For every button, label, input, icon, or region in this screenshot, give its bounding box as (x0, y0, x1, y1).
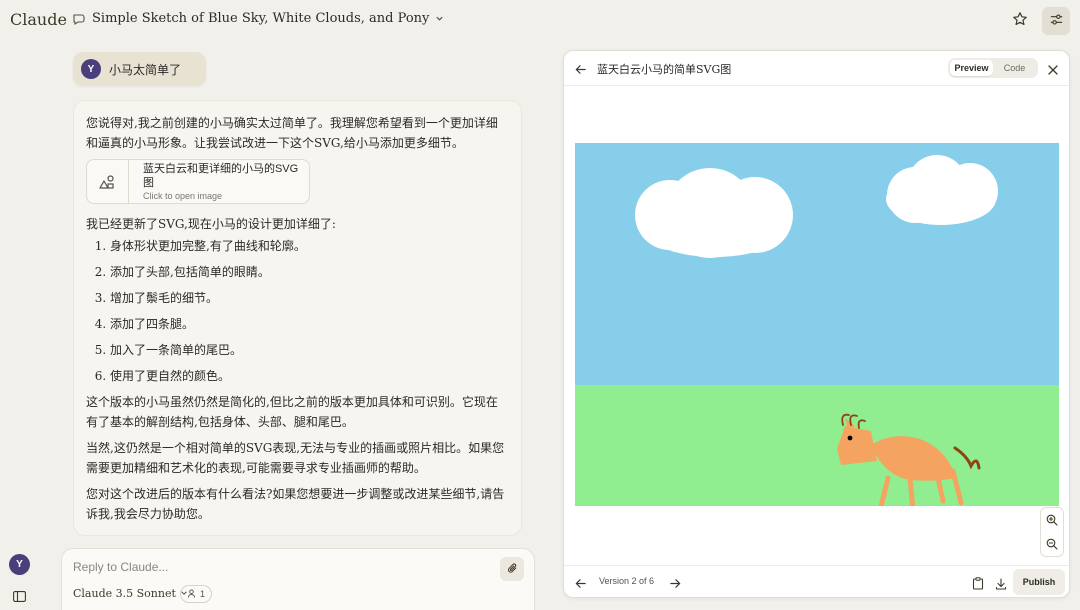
pony-head (837, 426, 877, 465)
list-item: 身体形状更加完整,有了曲线和轮廓。 (110, 236, 509, 256)
top-bar: Claude Simple Sketch of Blue Sky, White … (0, 0, 1080, 42)
artifact-panel: 蓝天白云小马的简单SVG图 Preview Code Version 2 of … (563, 50, 1070, 598)
model-selector[interactable]: Claude 3.5 Sonnet (73, 587, 188, 600)
pony-eye (847, 435, 853, 441)
assistant-paragraph: 当然,这仍然是一个相对简单的SVG表现,无法与专业的插画或照片相比。如果您需要更… (86, 441, 505, 475)
model-name: Claude 3.5 Sonnet (73, 587, 176, 600)
reply-input[interactable] (73, 560, 473, 574)
zoom-out-button[interactable] (1041, 532, 1063, 556)
artifact-title: 蓝天白云小马的简单SVG图 (597, 63, 732, 76)
style-button[interactable]: 1 (180, 585, 213, 603)
list-item: 添加了头部,包括简单的眼睛。 (110, 262, 509, 282)
arrow-right-icon (670, 579, 681, 588)
version-label: Version 2 of 6 (599, 576, 655, 586)
sidebar-icon (13, 587, 26, 606)
settings-button[interactable] (1042, 7, 1070, 35)
improvement-list: 身体形状更加完整,有了曲线和轮廓。 添加了头部,包括简单的眼睛。 增加了鬃毛的细… (86, 236, 509, 386)
paperclip-icon (506, 560, 519, 579)
zoom-controls (1040, 507, 1064, 557)
zoom-in-button[interactable] (1041, 508, 1063, 532)
app-logo[interactable]: Claude (10, 10, 67, 29)
user-avatar: Y (81, 59, 101, 79)
artifact-card-subtitle: Click to open image (142, 190, 222, 201)
assistant-message: 您说得对,我之前创建的小马确实太过简单了。我理解您希望看到一个更加详细和逼真的小… (73, 100, 522, 536)
attach-button[interactable] (500, 557, 524, 581)
assistant-paragraph: 这个版本的小马虽然仍然是简化的,但比之前的版本更加具体和可识别。它现在有了基本的… (86, 395, 498, 429)
assistant-paragraph: 您对这个改进后的版本有什么看法?如果您想要进一步调整或改进某些细节,请告诉我,我… (86, 487, 505, 521)
user-message: Y 小马太简单了 (73, 52, 206, 86)
image-icon (87, 160, 129, 203)
style-icon (187, 588, 196, 600)
view-toggle: Preview Code (948, 58, 1038, 78)
artifact-footer: Version 2 of 6 Publish (564, 565, 1069, 597)
list-item: 使用了更自然的颜色。 (110, 366, 509, 386)
user-message-text: 小马太简单了 (109, 62, 182, 77)
tab-preview[interactable]: Preview (950, 60, 993, 76)
grass (575, 385, 1059, 506)
previous-version-button[interactable] (574, 575, 587, 594)
list-item: 增加了鬃毛的细节。 (110, 288, 509, 308)
publish-button[interactable]: Publish (1013, 569, 1065, 595)
reply-box: Claude 3.5 Sonnet 1 (61, 548, 535, 610)
sidebar-toggle[interactable] (13, 587, 26, 606)
artifact-card[interactable]: 蓝天白云和更详细的小马的SVG图 Click to open image (86, 159, 310, 204)
account-avatar[interactable]: Y (9, 554, 30, 575)
artifact-header: 蓝天白云小马的简单SVG图 Preview Code (564, 51, 1069, 86)
assistant-intro: 您说得对,我之前创建的小马确实太过简单了。我理解您希望看到一个更加详细和逼真的小… (86, 116, 498, 150)
tab-code[interactable]: Code (993, 60, 1036, 76)
list-item: 加入了一条简单的尾巴。 (110, 340, 509, 360)
zoom-out-icon (1046, 535, 1058, 554)
arrow-left-icon (575, 579, 586, 588)
sliders-icon (1049, 12, 1064, 31)
svg-preview (575, 143, 1059, 506)
download-icon[interactable] (995, 575, 1007, 594)
chat-title-button[interactable]: Simple Sketch of Blue Sky, White Clouds,… (72, 11, 444, 26)
style-count: 1 (200, 589, 206, 599)
assistant-updated: 我已经更新了SVG,现在小马的设计更加详细了: (86, 217, 336, 231)
arrow-left-icon[interactable] (574, 61, 587, 80)
close-icon[interactable] (1047, 61, 1059, 80)
star-icon (1012, 11, 1028, 31)
chevron-down-icon (435, 14, 444, 23)
next-version-button[interactable] (669, 575, 682, 594)
chat-icon (72, 12, 86, 26)
star-button[interactable] (1006, 7, 1034, 35)
artifact-card-title: 蓝天白云和更详细的小马的SVG图 (142, 162, 299, 189)
zoom-in-icon (1046, 511, 1058, 530)
pony-leg (907, 475, 916, 506)
chat-title: Simple Sketch of Blue Sky, White Clouds,… (92, 11, 430, 26)
list-item: 添加了四条腿。 (110, 314, 509, 334)
copy-icon[interactable] (972, 575, 984, 594)
